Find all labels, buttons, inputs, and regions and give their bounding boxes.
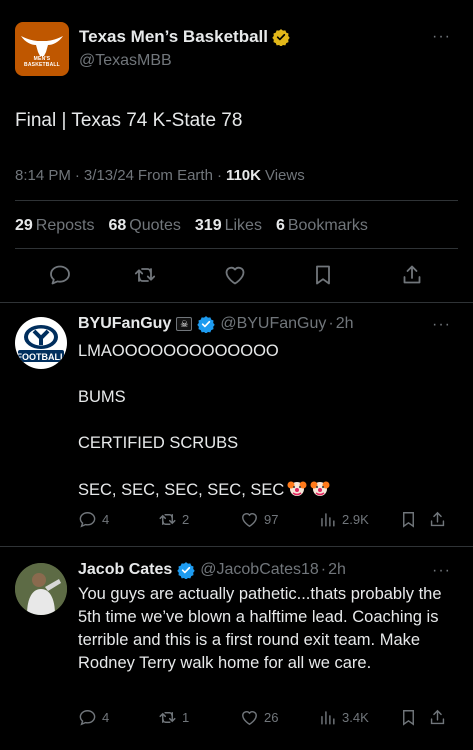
reply-age[interactable]: 2h [336,315,354,333]
byu-avatar[interactable]: FOOTBALL [15,317,67,369]
author-row: Texas Men’s Basketball [79,27,290,47]
divider [15,200,458,201]
reply-post[interactable]: FOOTBALL BYUFanGuy ☠ @BYUFanGuy · 2h ···… [0,303,473,547]
reply-line: BUMS [78,388,126,406]
repost-count-button[interactable]: 2 [158,510,189,529]
reply-actions: 4 2 97 2.9K [78,510,458,532]
bookmark-button[interactable] [399,510,418,529]
verified-blue-icon [197,316,216,333]
repost-icon [159,712,176,723]
post-date[interactable]: 3/13/24 [84,167,134,184]
reply-icon [79,710,96,726]
profile-photo-icon [15,563,67,615]
reply-header: BYUFanGuy ☠ @BYUFanGuy · 2h [78,315,354,333]
author-handle[interactable]: @TexasMBB [79,52,172,70]
repost-icon[interactable] [133,263,157,287]
likes-stat[interactable]: 319 Likes [195,217,262,235]
verified-blue-icon [177,562,195,579]
clown-face-icon [310,481,330,496]
like-count-button[interactable]: 26 [240,708,278,727]
divider [15,248,458,249]
reply-text: LMAOOOOOOOOOOOOO BUMS CERTIFIED SCRUBS S… [78,340,455,502]
post-meta: 8:14 PM · 3/13/24 From Earth · 110K View… [15,167,305,184]
reply-header: Jacob Cates @JacobCates18 · 2h [78,561,346,579]
like-icon [242,513,257,528]
reposts-stat[interactable]: 29 Reposts [15,217,95,235]
reply-author-name[interactable]: Jacob Cates [78,561,172,579]
share-icon [430,709,445,725]
views-label: Views [264,167,305,184]
reply-text: You guys are actually pathetic...thats p… [78,585,442,672]
texas-avatar[interactable]: MEN'S BASKETBALL [15,22,69,76]
analytics-icon [321,711,335,725]
like-icon [242,711,257,726]
reply-author-handle[interactable]: @BYUFanGuy [220,315,326,333]
reply-icon[interactable] [48,263,72,287]
like-icon[interactable] [223,263,247,287]
jacob-avatar[interactable] [15,563,67,615]
bookmarks-stat[interactable]: 6 Bookmarks [276,217,368,235]
views-count-button[interactable]: 3.4K [318,708,369,727]
post-text: Final | Texas 74 K-State 78 [15,110,243,131]
bookmark-icon [403,512,414,528]
share-button[interactable] [428,510,447,529]
reply-count-button[interactable]: 4 [78,510,109,529]
bookmark-icon[interactable] [311,263,335,287]
post-time[interactable]: 8:14 PM [15,167,71,184]
more-options-icon[interactable]: ··· [432,562,451,580]
reply-actions: 4 1 26 3.4K [78,708,458,730]
views-count: 110K [225,167,261,184]
verified-gold-icon [272,29,290,46]
reply-line: SEC, SEC, SEC, SEC, SEC [78,481,285,499]
reply-author-name[interactable]: BYUFanGuy [78,315,171,333]
reply-line: CERTIFIED SCRUBS [78,434,239,452]
like-count-button[interactable]: 97 [240,510,278,529]
avatar-caption: MEN'S BASKETBALL [24,56,60,68]
bookmark-button[interactable] [399,708,418,727]
reply-line: LMAOOOOOOOOOOOOO [78,342,279,360]
share-button[interactable] [428,708,447,727]
bookmark-icon [403,710,414,726]
post-actions [0,258,473,294]
engagement-stats: 29 Reposts 68 Quotes 319 Likes 6 Bookmarks [15,217,368,235]
repost-icon [159,514,176,525]
repost-count-button[interactable]: 1 [158,708,189,727]
reply-post[interactable]: Jacob Cates @JacobCates18 · 2h ··· You g… [0,547,473,750]
post-source: From Earth [137,167,213,184]
share-icon [430,511,445,527]
avatar-text: FOOTBALL [16,352,66,362]
reply-icon [79,512,96,528]
analytics-icon [321,513,335,527]
views-count-button[interactable]: 2.9K [318,510,369,529]
more-options-icon[interactable]: ··· [432,28,451,46]
author-name[interactable]: Texas Men’s Basketball [79,27,268,47]
pirate-flag-icon: ☠ [176,317,193,331]
reply-author-handle[interactable]: @JacobCates18 [200,561,319,579]
clown-face-icon [287,481,307,496]
reply-age[interactable]: 2h [328,561,346,579]
reply-count-button[interactable]: 4 [78,708,109,727]
share-icon[interactable] [400,263,424,287]
quotes-stat[interactable]: 68 Quotes [109,217,181,235]
more-options-icon[interactable]: ··· [432,316,451,334]
